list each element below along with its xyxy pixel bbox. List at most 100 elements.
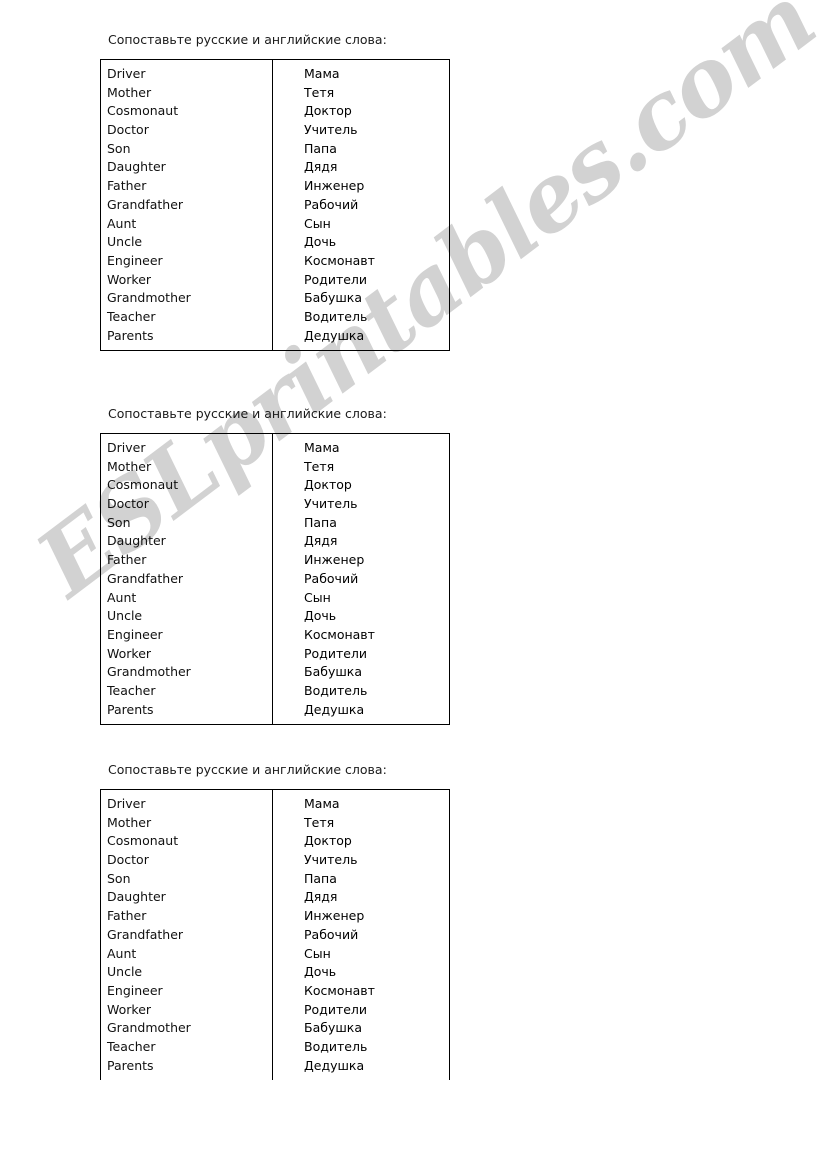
russian-word-item[interactable]: Папа	[304, 140, 449, 159]
russian-word-item[interactable]: Рабочий	[304, 570, 449, 589]
russian-word-item[interactable]: Дедушка	[304, 701, 449, 720]
english-word-item[interactable]: Mother	[107, 84, 272, 103]
english-word-item[interactable]: Uncle	[107, 233, 272, 252]
russian-word-item[interactable]: Инженер	[304, 551, 449, 570]
russian-word-item[interactable]: Бабушка	[304, 663, 449, 682]
english-word-item[interactable]: Driver	[107, 795, 272, 814]
russian-word-item[interactable]: Доктор	[304, 832, 449, 851]
english-word-item[interactable]: Father	[107, 177, 272, 196]
english-word-item[interactable]: Uncle	[107, 963, 272, 982]
russian-word-item[interactable]: Родители	[304, 645, 449, 664]
english-word-item[interactable]: Cosmonaut	[107, 102, 272, 121]
english-words-column: Driver Mother Cosmonaut Doctor Son Daughter Fa…	[101, 60, 273, 351]
english-word-item[interactable]: Son	[107, 870, 272, 889]
table-inner: Driver Mother Cosmonaut Doctor Son Daughter Fa…	[101, 790, 449, 1081]
english-word-item[interactable]: Aunt	[107, 945, 272, 964]
russian-word-item[interactable]: Бабушка	[304, 1019, 449, 1038]
english-word-item[interactable]: Son	[107, 140, 272, 159]
english-word-item[interactable]: Father	[107, 907, 272, 926]
russian-word-item[interactable]: Космонавт	[304, 252, 449, 271]
russian-word-item[interactable]: Тетя	[304, 84, 449, 103]
english-word-item[interactable]: Father	[107, 551, 272, 570]
english-word-item[interactable]: Daughter	[107, 888, 272, 907]
english-word-item[interactable]: Worker	[107, 645, 272, 664]
russian-word-item[interactable]: Доктор	[304, 102, 449, 121]
english-word-item[interactable]: Driver	[107, 65, 272, 84]
english-word-item[interactable]: Engineer	[107, 252, 272, 271]
english-word-item[interactable]: Doctor	[107, 851, 272, 870]
english-word-item[interactable]: Daughter	[107, 532, 272, 551]
english-word-item[interactable]: Daughter	[107, 158, 272, 177]
english-word-item[interactable]: Worker	[107, 1001, 272, 1020]
russian-word-item[interactable]: Тетя	[304, 814, 449, 833]
english-word-item[interactable]: Uncle	[107, 607, 272, 626]
english-words-column: Driver Mother Cosmonaut Doctor Son Daughter Fa…	[101, 790, 273, 1081]
english-word-item[interactable]: Grandmother	[107, 1019, 272, 1038]
russian-word-item[interactable]: Водитель	[304, 682, 449, 701]
russian-word-item[interactable]: Дядя	[304, 888, 449, 907]
russian-word-item[interactable]: Водитель	[304, 1038, 449, 1057]
english-word-item[interactable]: Teacher	[107, 682, 272, 701]
english-word-item[interactable]: Parents	[107, 327, 272, 346]
english-word-item[interactable]: Grandmother	[107, 289, 272, 308]
english-word-item[interactable]: Grandfather	[107, 196, 272, 215]
russian-word-item[interactable]: Папа	[304, 870, 449, 889]
english-word-item[interactable]: Cosmonaut	[107, 476, 272, 495]
russian-word-item[interactable]: Мама	[304, 439, 449, 458]
english-word-item[interactable]: Parents	[107, 1057, 272, 1076]
russian-word-item[interactable]: Космонавт	[304, 626, 449, 645]
russian-words-column: Мама Тетя Доктор Учитель Папа Дядя Инженер Рабо…	[273, 434, 449, 724]
english-word-item[interactable]: Engineer	[107, 626, 272, 645]
russian-word-item[interactable]: Бабушка	[304, 289, 449, 308]
russian-word-item[interactable]: Мама	[304, 795, 449, 814]
matching-table: Driver Mother Cosmonaut Doctor Son Daughter Fa…	[100, 433, 450, 726]
russian-word-item[interactable]: Папа	[304, 514, 449, 533]
russian-word-item[interactable]: Учитель	[304, 121, 449, 140]
english-word-item[interactable]: Aunt	[107, 215, 272, 234]
russian-word-item[interactable]: Дядя	[304, 532, 449, 551]
russian-word-item[interactable]: Учитель	[304, 495, 449, 514]
english-word-item[interactable]: Grandfather	[107, 570, 272, 589]
russian-word-item[interactable]: Родители	[304, 271, 449, 290]
russian-words-column: Мама Тетя Доктор Учитель Папа Дядя Инженер Рабо…	[273, 60, 449, 350]
english-word-item[interactable]: Mother	[107, 458, 272, 477]
russian-word-item[interactable]: Сын	[304, 215, 449, 234]
exercise-instruction: Сопоставьте русские и английские слова:	[108, 762, 387, 777]
russian-word-item[interactable]: Тетя	[304, 458, 449, 477]
russian-word-item[interactable]: Дедушка	[304, 1057, 449, 1076]
english-word-item[interactable]: Aunt	[107, 589, 272, 608]
english-word-item[interactable]: Teacher	[107, 1038, 272, 1057]
russian-word-item[interactable]: Дочь	[304, 963, 449, 982]
russian-word-item[interactable]: Рабочий	[304, 926, 449, 945]
english-word-item[interactable]: Doctor	[107, 121, 272, 140]
russian-word-item[interactable]: Космонавт	[304, 982, 449, 1001]
russian-word-item[interactable]: Дядя	[304, 158, 449, 177]
russian-word-item[interactable]: Инженер	[304, 907, 449, 926]
russian-word-item[interactable]: Водитель	[304, 308, 449, 327]
russian-word-item[interactable]: Мама	[304, 65, 449, 84]
russian-word-item[interactable]: Сын	[304, 589, 449, 608]
russian-word-item[interactable]: Дедушка	[304, 327, 449, 346]
english-word-item[interactable]: Parents	[107, 701, 272, 720]
matching-table: Driver Mother Cosmonaut Doctor Son Daughter Fa…	[100, 789, 450, 1081]
russian-word-item[interactable]: Дочь	[304, 233, 449, 252]
russian-word-item[interactable]: Доктор	[304, 476, 449, 495]
russian-word-item[interactable]: Родители	[304, 1001, 449, 1020]
russian-word-item[interactable]: Сын	[304, 945, 449, 964]
english-word-item[interactable]: Grandfather	[107, 926, 272, 945]
english-word-item[interactable]: Teacher	[107, 308, 272, 327]
russian-words-column: Мама Тетя Доктор Учитель Папа Дядя Инженер Рабо…	[273, 790, 449, 1080]
english-word-item[interactable]: Mother	[107, 814, 272, 833]
english-word-item[interactable]: Grandmother	[107, 663, 272, 682]
russian-word-item[interactable]: Дочь	[304, 607, 449, 626]
english-word-item[interactable]: Son	[107, 514, 272, 533]
english-word-item[interactable]: Doctor	[107, 495, 272, 514]
english-word-item[interactable]: Cosmonaut	[107, 832, 272, 851]
english-word-item[interactable]: Worker	[107, 271, 272, 290]
russian-word-item[interactable]: Учитель	[304, 851, 449, 870]
russian-word-item[interactable]: Инженер	[304, 177, 449, 196]
russian-word-item[interactable]: Рабочий	[304, 196, 449, 215]
english-word-item[interactable]: Engineer	[107, 982, 272, 1001]
english-words-column: Driver Mother Cosmonaut Doctor Son Daughter Fa…	[101, 434, 273, 725]
english-word-item[interactable]: Driver	[107, 439, 272, 458]
